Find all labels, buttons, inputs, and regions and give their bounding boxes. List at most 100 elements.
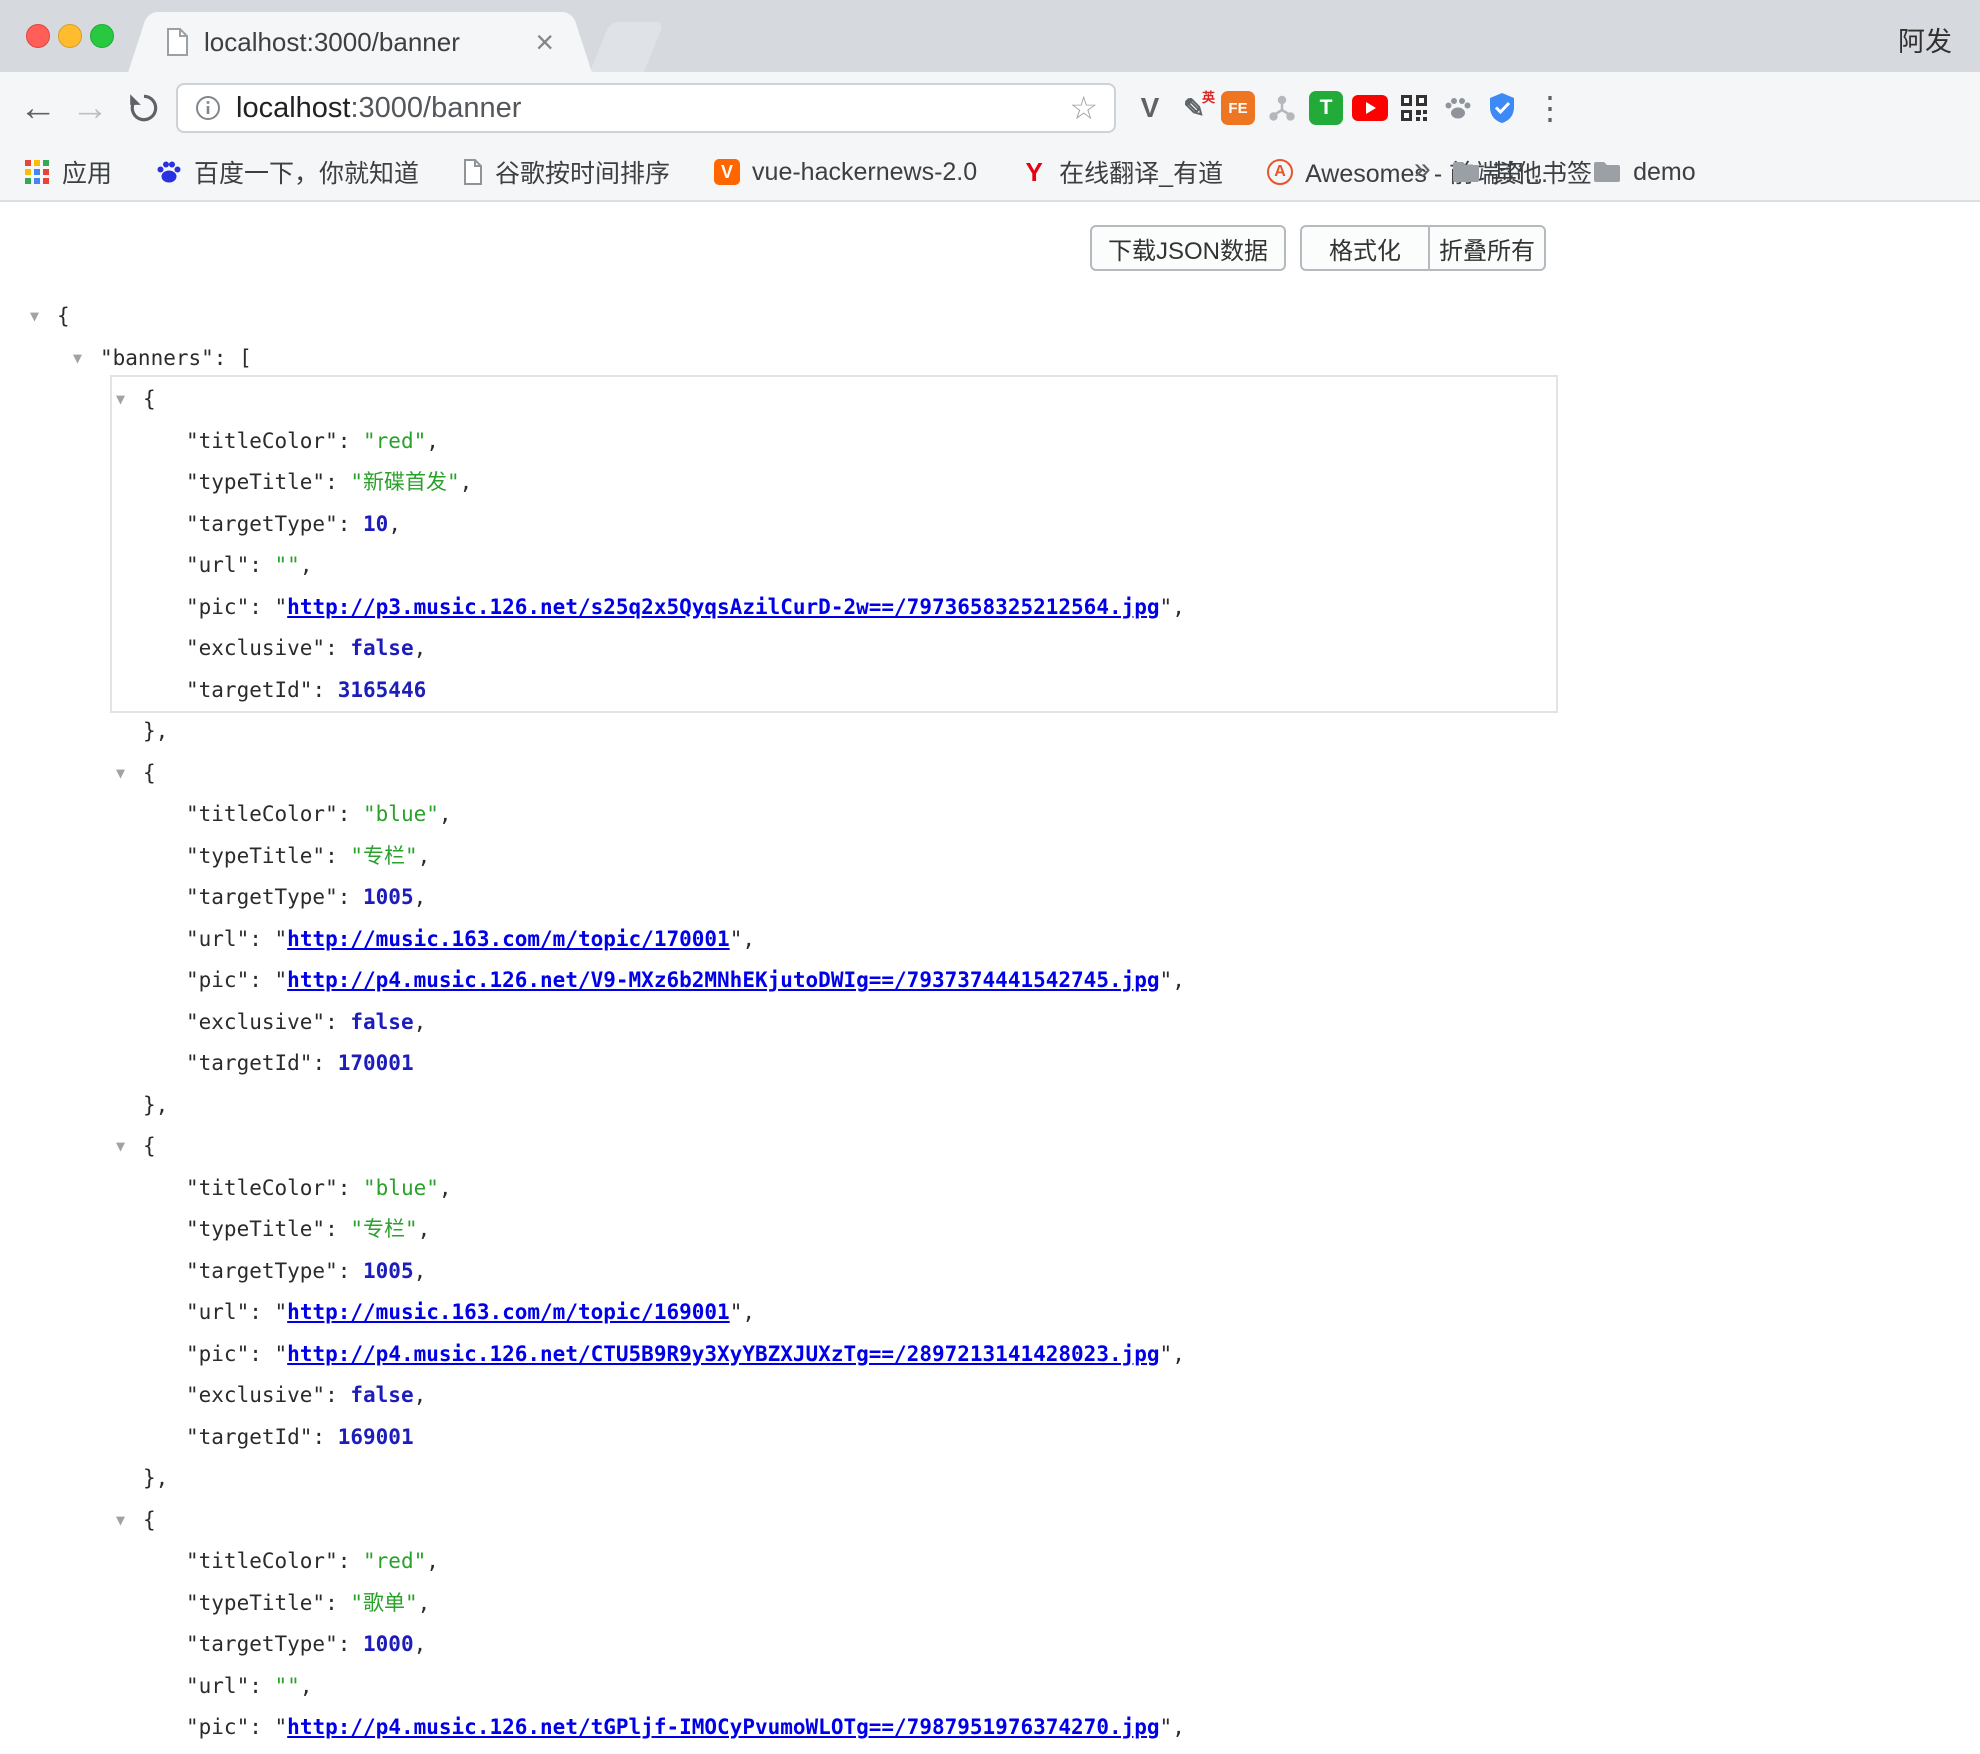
json-link[interactable]: http://music.163.com/m/topic/170001 bbox=[287, 927, 730, 951]
json-token: " bbox=[275, 595, 288, 619]
json-token: , bbox=[300, 553, 313, 577]
bookmark-apps[interactable]: 应用 bbox=[24, 154, 112, 190]
other-bookmarks-label: 其他书签 bbox=[1492, 154, 1592, 190]
info-icon[interactable] bbox=[194, 94, 222, 122]
json-key: "titleColor" bbox=[186, 429, 338, 453]
json-line: "titleColor": "red", bbox=[0, 421, 1980, 463]
json-line: "typeTitle": "新碟首发", bbox=[0, 462, 1980, 504]
json-link[interactable]: http://p4.music.126.net/CTU5B9R9y3XyYBZX… bbox=[287, 1342, 1159, 1366]
json-line: "exclusive": false bbox=[0, 1749, 1980, 1754]
json-token: : bbox=[325, 470, 350, 494]
json-line: "pic": "http://p4.music.126.net/tGPljf-I… bbox=[0, 1707, 1980, 1749]
json-token: }, bbox=[143, 1466, 168, 1490]
collapse-all-button[interactable]: 折叠所有 bbox=[1429, 225, 1546, 271]
collapse-arrow-icon[interactable]: ▼ bbox=[116, 379, 125, 421]
json-token: , bbox=[418, 844, 431, 868]
bookmark-vue-hackernews[interactable]: V vue-hackernews-2.0 bbox=[714, 158, 977, 187]
download-json-button[interactable]: 下载JSON数据 bbox=[1090, 225, 1286, 271]
json-key: "pic" bbox=[186, 1342, 249, 1366]
bookmark-label: 在线翻译_有道 bbox=[1059, 154, 1223, 190]
json-token: : bbox=[325, 1217, 350, 1241]
json-key: "pic" bbox=[186, 968, 249, 992]
format-button[interactable]: 格式化 bbox=[1300, 225, 1429, 271]
json-line: "exclusive": false, bbox=[0, 628, 1980, 670]
browser-menu-icon[interactable]: ⋮ bbox=[1528, 86, 1572, 130]
json-string: "red" bbox=[363, 429, 426, 453]
json-key: "banners" bbox=[100, 346, 214, 370]
json-token: , bbox=[426, 1549, 439, 1573]
json-token: : bbox=[325, 1010, 350, 1034]
json-token: : bbox=[249, 1300, 274, 1324]
t-shield-extension-icon[interactable]: T bbox=[1304, 86, 1348, 130]
collapse-arrow-icon[interactable]: ▼ bbox=[116, 753, 125, 795]
collapse-arrow-icon[interactable]: ▼ bbox=[116, 1126, 125, 1168]
json-line: "titleColor": "red", bbox=[0, 1541, 1980, 1583]
json-link[interactable]: http://music.163.com/m/topic/169001 bbox=[287, 1300, 730, 1324]
youtube-extension-icon[interactable] bbox=[1348, 86, 1392, 130]
json-line: "exclusive": false, bbox=[0, 1002, 1980, 1044]
profile-name[interactable]: 阿发 bbox=[1898, 20, 1952, 59]
json-value: 3165446 bbox=[338, 678, 427, 702]
reload-button[interactable] bbox=[120, 84, 168, 132]
json-link[interactable]: http://p4.music.126.net/V9-MXz6b2MNhEKju… bbox=[287, 968, 1159, 992]
forward-button[interactable]: → bbox=[66, 84, 114, 132]
collapse-arrow-icon[interactable]: ▼ bbox=[30, 296, 39, 338]
json-token: , bbox=[414, 885, 427, 909]
json-key: "targetId" bbox=[186, 678, 312, 702]
tab-close-icon[interactable]: × bbox=[535, 26, 554, 58]
json-token: : bbox=[338, 1259, 363, 1283]
json-token: { bbox=[143, 1134, 156, 1158]
org-nodes-extension-icon[interactable] bbox=[1260, 86, 1304, 130]
json-token: : bbox=[325, 844, 350, 868]
translate-extension-icon[interactable]: ✎ 英 bbox=[1172, 86, 1216, 130]
paw-extension-icon[interactable] bbox=[1436, 86, 1480, 130]
json-link[interactable]: http://p3.music.126.net/s25q2x5QyqsAzilC… bbox=[287, 595, 1159, 619]
json-key: "url" bbox=[186, 1300, 249, 1324]
json-token: , bbox=[439, 802, 452, 826]
json-line: }, bbox=[0, 1458, 1980, 1500]
window-zoom-button[interactable] bbox=[90, 24, 114, 48]
url-path: :3000/banner bbox=[350, 92, 521, 125]
json-token: " bbox=[275, 1300, 288, 1324]
json-link[interactable]: http://p4.music.126.net/tGPljf-IMOCyPvum… bbox=[287, 1715, 1159, 1739]
bookmark-label: demo bbox=[1633, 158, 1696, 187]
json-token: , bbox=[460, 470, 473, 494]
json-line: "targetId": 3165446 bbox=[0, 670, 1980, 712]
json-value: false bbox=[350, 1010, 413, 1034]
shield-check-extension-icon[interactable] bbox=[1480, 86, 1524, 130]
json-line: ▼{ bbox=[0, 379, 1980, 421]
json-line: "typeTitle": "专栏", bbox=[0, 836, 1980, 878]
json-token: , bbox=[418, 1217, 431, 1241]
bookmark-youdao[interactable]: Y 在线翻译_有道 bbox=[1021, 154, 1223, 190]
collapse-arrow-icon[interactable]: ▼ bbox=[73, 338, 82, 380]
qr-code-extension-icon[interactable] bbox=[1392, 86, 1436, 130]
json-key: "exclusive" bbox=[186, 636, 325, 660]
json-string: "歌单" bbox=[350, 1591, 417, 1615]
json-token: , bbox=[1172, 1715, 1185, 1739]
back-button[interactable]: ← bbox=[14, 84, 62, 132]
bookmark-demo-folder[interactable]: demo bbox=[1593, 158, 1696, 187]
bookmarks-overflow-chevron[interactable]: » bbox=[1414, 152, 1431, 186]
bookmark-label: 谷歌按时间排序 bbox=[495, 154, 670, 190]
collapse-arrow-icon[interactable]: ▼ bbox=[116, 1500, 125, 1542]
json-key: "targetType" bbox=[186, 512, 338, 536]
youdao-favicon-icon: Y bbox=[1021, 159, 1047, 185]
fehelper-extension-icon[interactable]: FE bbox=[1216, 86, 1260, 130]
json-token: " bbox=[1160, 595, 1173, 619]
json-token: " bbox=[275, 1342, 288, 1366]
json-token: }, bbox=[143, 1093, 168, 1117]
bookmark-star-icon[interactable]: ☆ bbox=[1069, 92, 1098, 124]
other-bookmarks-folder[interactable]: 其他书签 bbox=[1452, 144, 1592, 200]
bookmark-baidu[interactable]: 百度一下，你就知道 bbox=[156, 154, 419, 190]
window-minimize-button[interactable] bbox=[58, 24, 82, 48]
browser-tab[interactable]: localhost:3000/banner × bbox=[150, 12, 570, 72]
json-value: false bbox=[350, 636, 413, 660]
vimium-extension-icon[interactable]: V bbox=[1128, 86, 1172, 130]
window-close-button[interactable] bbox=[26, 24, 50, 48]
bookmark-google-sort[interactable]: 谷歌按时间排序 bbox=[463, 154, 670, 190]
new-tab-button[interactable] bbox=[590, 22, 664, 72]
address-bar[interactable]: localhost:3000/banner ☆ bbox=[176, 83, 1116, 133]
json-key: "url" bbox=[186, 1674, 249, 1698]
json-key: "exclusive" bbox=[186, 1010, 325, 1034]
json-token: : bbox=[249, 1342, 274, 1366]
